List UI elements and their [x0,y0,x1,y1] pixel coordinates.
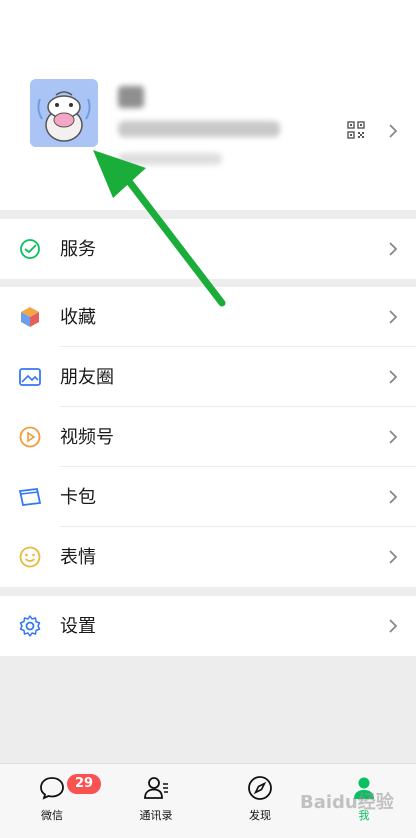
contacts-icon [144,777,168,799]
chevron-right-icon [389,430,398,444]
settings-gear-icon [19,615,41,637]
menu-label-cards: 卡包 [60,487,96,508]
favorites-cube-icon [21,307,39,327]
profile-id-blurred [118,121,280,137]
tab-contacts[interactable]: 通讯录 [116,774,196,834]
services-icon [20,239,40,259]
section-gap [0,587,416,596]
baidu-watermark: Baidu经验 [300,792,394,813]
section-gap [0,279,416,287]
chevron-right-icon [389,619,398,633]
chevron-right-icon [389,550,398,564]
avatar-image [30,79,98,147]
stickers-smiley-icon [19,546,41,568]
channels-play-icon [19,426,41,448]
menu-label-services: 服务 [60,239,96,260]
chevron-right-icon [389,490,398,504]
compass-icon [248,776,272,800]
avatar[interactable] [30,79,98,147]
menu-item-moments[interactable]: 朋友圈 [0,347,416,407]
chat-bubble-icon [40,777,64,800]
qr-code-icon[interactable] [347,121,365,139]
moments-image-icon [19,368,41,386]
tab-chats[interactable]: 微信 29 [12,774,102,834]
menu-label-favorites: 收藏 [60,307,96,328]
tab-discover[interactable]: 发现 [220,774,300,834]
unread-badge: 29 [67,774,102,794]
menu-item-channels[interactable]: 视频号 [0,407,416,467]
profile-status-blurred [118,153,222,165]
menu-label-stickers: 表情 [60,547,96,568]
chevron-right-icon [389,242,398,256]
menu-label-moments: 朋友圈 [60,367,114,388]
menu-item-favorites[interactable]: 收藏 [0,287,416,347]
tab-label-chats: 微信 [41,809,63,822]
menu-item-settings[interactable]: 设置 [0,596,416,656]
profile-chevron-right-icon [389,124,398,138]
tab-label-discover: 发现 [249,809,271,822]
menu-label-channels: 视频号 [60,427,114,448]
menu-item-services[interactable]: 服务 [0,219,416,279]
profile-header[interactable] [0,0,416,210]
chevron-right-icon [389,370,398,384]
chevron-right-icon [389,310,398,324]
menu-item-cards[interactable]: 卡包 [0,467,416,527]
tab-label-contacts: 通讯录 [139,809,173,822]
menu-label-settings: 设置 [60,616,96,637]
profile-name-blurred [118,86,144,108]
menu-item-stickers[interactable]: 表情 [0,527,416,587]
cards-wallet-icon [18,488,42,506]
